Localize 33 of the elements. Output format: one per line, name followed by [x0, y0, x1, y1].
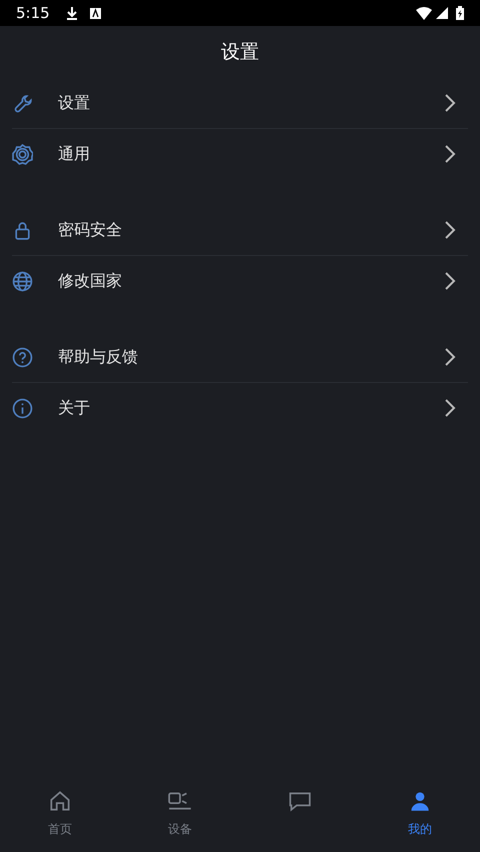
row-label: 设置 [58, 92, 91, 114]
chevron-right-icon [444, 271, 456, 291]
settings-row[interactable]: 设置 [0, 78, 480, 128]
row-label: 密码安全 [58, 219, 123, 241]
battery-icon [456, 6, 464, 20]
chevron-right-icon [444, 398, 456, 418]
wifi-icon [416, 6, 432, 20]
settings-row[interactable]: 通用 [0, 129, 480, 179]
download-icon [66, 6, 78, 20]
row-label: 帮助与反馈 [58, 346, 139, 368]
info-icon [12, 398, 33, 418]
row-label: 通用 [58, 143, 91, 165]
row-label: 关于 [58, 397, 91, 419]
settings-row[interactable]: 密码安全 [0, 205, 480, 255]
wrench-icon [12, 92, 33, 114]
page-title: 设置 [221, 40, 259, 65]
chevron-right-icon [444, 220, 456, 240]
notification-icon [90, 8, 101, 18]
settings-row[interactable]: 帮助与反馈 [0, 332, 480, 382]
settings-row[interactable]: 修改国家 [0, 256, 480, 306]
nav-tab[interactable]: 首页 [0, 788, 120, 838]
globe-icon [12, 270, 33, 292]
status-time: 5:15 [16, 2, 50, 24]
signal-icon [436, 7, 448, 19]
chevron-right-icon [444, 347, 456, 367]
chevron-right-icon [444, 144, 456, 164]
help-icon [12, 346, 33, 368]
gear-icon [12, 144, 33, 164]
settings-row[interactable]: 关于 [0, 383, 480, 433]
chevron-right-icon [444, 93, 456, 113]
nav-tab[interactable]: 设备 [120, 788, 240, 838]
row-label: 修改国家 [58, 270, 123, 292]
nav-tab[interactable]: 我的 [360, 788, 480, 838]
